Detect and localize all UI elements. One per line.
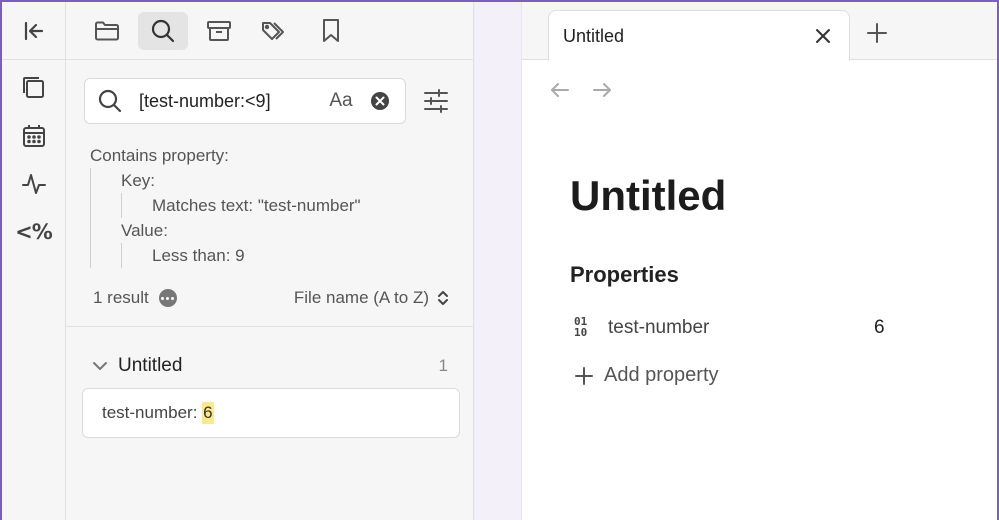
explain-indent-1: Key: Matches text: "test-number" Value: … <box>90 168 361 268</box>
query-explanation: Contains property: Key: Matches text: "t… <box>90 143 361 268</box>
results-meta-left: 1 result <box>93 288 177 308</box>
collapse-left-icon[interactable] <box>14 11 54 51</box>
match-highlight: 6 <box>202 402 214 424</box>
chevron-up-down-icon <box>438 291 448 305</box>
templater-label: <% <box>15 220 53 244</box>
sidebar-tabs <box>66 2 473 60</box>
tab-title: Untitled <box>563 25 625 46</box>
clear-search-icon[interactable] <box>369 90 391 112</box>
pane-gap <box>475 2 521 520</box>
bookmark-icon <box>323 18 339 42</box>
plus-icon <box>575 366 593 385</box>
calendar-icon[interactable] <box>14 116 54 156</box>
explain-key-label: Key: <box>121 171 156 190</box>
editor-pane: Untitled Untitled Properties 01 10 test-… <box>521 2 997 520</box>
ribbon-actions: <% <box>2 60 65 252</box>
tab-search[interactable] <box>138 11 188 50</box>
search-icon <box>151 19 175 42</box>
gallery-icon[interactable] <box>14 68 54 108</box>
more-options-icon[interactable] <box>158 289 177 307</box>
explain-indent-key: Matches text: "test-number" <box>121 193 361 218</box>
sort-dropdown[interactable]: File name (A to Z) <box>294 288 449 308</box>
search-input[interactable] <box>139 90 317 112</box>
templater-icon[interactable]: <% <box>14 212 54 252</box>
tab-tags[interactable] <box>250 12 300 50</box>
tab-file-explorer[interactable] <box>82 12 132 50</box>
close-icon[interactable] <box>811 24 835 48</box>
search-icon <box>98 89 122 113</box>
tab-bar: Untitled <box>522 2 997 61</box>
number-icon: 01 10 <box>574 315 588 339</box>
search-match[interactable]: test-number: 6 <box>82 388 460 438</box>
result-file-header[interactable]: Untitled 1 <box>92 352 448 380</box>
ribbon: <% <box>2 2 66 520</box>
match-text: test-number: <box>102 403 203 422</box>
archive-icon <box>207 20 231 41</box>
tab-archive[interactable] <box>194 12 244 50</box>
result-file-name: Untitled <box>118 355 183 376</box>
results-divider <box>66 326 474 327</box>
navigation-buttons <box>548 78 614 102</box>
property-value[interactable]: 6 <box>874 317 885 339</box>
ribbon-top <box>2 2 65 60</box>
explain-value-label: Value: <box>121 221 168 240</box>
tab-untitled[interactable]: Untitled <box>548 10 850 61</box>
tab-bookmarks[interactable] <box>306 12 356 50</box>
folder-icon <box>95 21 119 40</box>
match-case-button[interactable]: Aa <box>325 90 357 112</box>
property-key[interactable]: test-number <box>608 317 874 339</box>
result-count: 1 result <box>93 288 149 307</box>
tags-icon <box>262 21 284 40</box>
back-arrow-icon[interactable] <box>548 78 572 102</box>
forward-arrow-icon[interactable] <box>590 78 614 102</box>
explain-value-match: Less than: 9 <box>152 246 245 265</box>
search-box: Aa <box>84 78 406 124</box>
search-row: Aa <box>84 78 456 124</box>
result-match-count: 1 <box>438 356 448 375</box>
property-row[interactable]: 01 10 test-number 6 <box>574 312 894 344</box>
left-sidebar: Aa Contains property: Key: Matches text:… <box>66 2 474 520</box>
explain-contains: Contains property: <box>90 146 229 165</box>
sort-label: File name (A to Z) <box>293 288 429 307</box>
new-tab-icon[interactable] <box>862 18 892 48</box>
activity-icon[interactable] <box>14 164 54 204</box>
results-meta: 1 result File name (A to Z) <box>93 284 449 312</box>
note-title[interactable]: Untitled <box>570 172 726 220</box>
add-property-label: Add property <box>604 364 719 386</box>
properties-heading[interactable]: Properties <box>570 262 679 288</box>
chevron-down-icon[interactable] <box>92 360 108 372</box>
explain-key-match: Matches text: "test-number" <box>152 196 361 215</box>
add-property-button[interactable]: Add property <box>574 364 719 387</box>
explain-indent-value: Less than: 9 <box>121 243 361 268</box>
result-file-left: Untitled <box>92 355 182 377</box>
search-settings-icon[interactable] <box>418 83 454 119</box>
